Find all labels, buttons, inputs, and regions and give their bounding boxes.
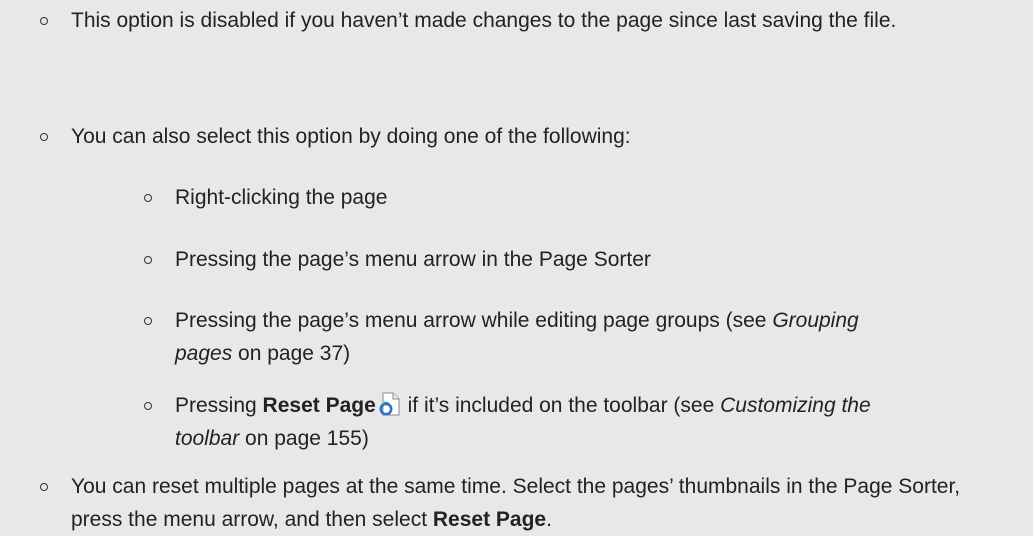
bullet-icon bbox=[141, 243, 175, 276]
list-item: This option is disabled if you haven’t m… bbox=[37, 4, 1012, 37]
list-item-text: This option is disabled if you haven’t m… bbox=[71, 9, 897, 32]
bullet-icon bbox=[141, 181, 175, 214]
reset-page-label: Reset Page bbox=[262, 394, 376, 417]
item-text-after: . bbox=[546, 508, 552, 531]
list-item-text: Pressing the page’s menu arrow in the Pa… bbox=[175, 248, 651, 271]
reset-page-label: Reset Page bbox=[432, 508, 547, 531]
list-item-text: Pressing the page’s menu arrow while edi… bbox=[175, 304, 891, 370]
reset-page-icon bbox=[379, 392, 400, 416]
sub-list-item: Pressing the page’s menu arrow while edi… bbox=[141, 304, 891, 370]
document-body: This option is disabled if you haven’t m… bbox=[0, 0, 1033, 531]
list-item-text: Pressing Reset Page if it’s included on … bbox=[175, 389, 891, 455]
item-text-before: Pressing the page’s menu arrow while edi… bbox=[175, 309, 773, 332]
bullet-icon bbox=[37, 4, 71, 37]
list-item: You can also select this option by doing… bbox=[37, 120, 1012, 153]
bullet-icon bbox=[37, 120, 71, 153]
list-item: You can reset multiple pages at the same… bbox=[37, 470, 1012, 536]
sub-list-item: Pressing Reset Page if it’s included on … bbox=[141, 389, 891, 455]
list-item-text: You can reset multiple pages at the same… bbox=[71, 470, 1012, 536]
item-text-middle: if it’s included on the toolbar (see bbox=[401, 394, 721, 417]
item-text-after: on page 37) bbox=[232, 342, 351, 365]
list-item-text: Right-clicking the page bbox=[175, 186, 388, 209]
sub-list-item: Pressing the page’s menu arrow in the Pa… bbox=[141, 243, 891, 276]
list-item-text: You can also select this option by doing… bbox=[71, 125, 631, 148]
bullet-icon bbox=[37, 470, 71, 503]
item-text-before: Pressing bbox=[175, 394, 263, 417]
item-text-after: on page 155) bbox=[239, 427, 369, 450]
bullet-icon bbox=[141, 389, 175, 422]
bullet-icon bbox=[141, 304, 175, 337]
sub-list-item: Right-clicking the page bbox=[141, 181, 891, 214]
